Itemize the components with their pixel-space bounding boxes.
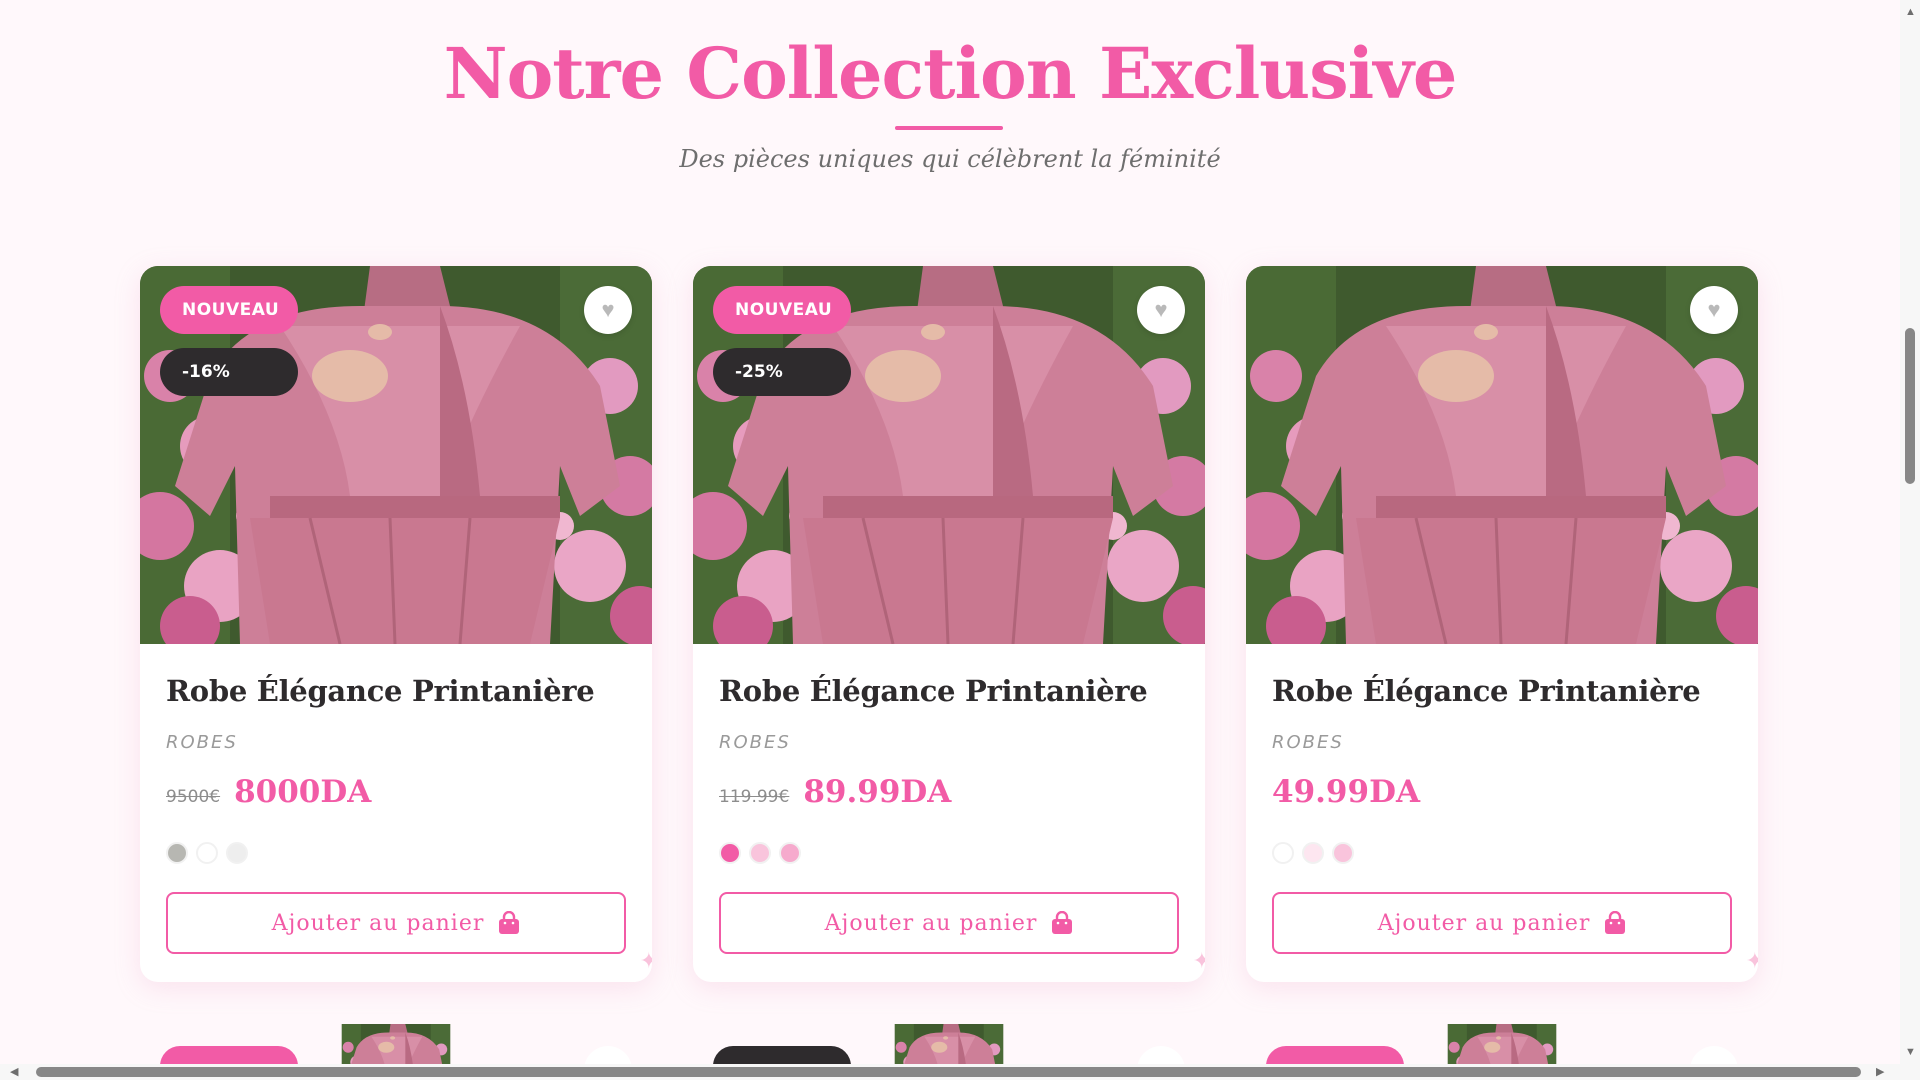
color-swatch[interactable] <box>166 842 188 864</box>
color-swatch[interactable] <box>1332 842 1354 864</box>
product-category: ROBES <box>166 732 238 753</box>
heart-icon: ♥ <box>1154 297 1168 322</box>
color-swatches <box>719 842 801 864</box>
discount-badge: -25% <box>713 348 851 396</box>
scroll-left-arrow-icon[interactable]: ◀ <box>10 1065 18 1078</box>
section-title: Notre Collection Exclusive <box>443 32 1458 115</box>
price-row: 9500€ 8000DA <box>166 774 371 810</box>
horizontal-scroll-thumb[interactable] <box>36 1067 1861 1077</box>
new-badge <box>160 1046 298 1064</box>
new-badge: NOUVEAU <box>713 286 851 334</box>
shopping-bag-icon <box>499 911 520 934</box>
add-to-cart-button[interactable]: Ajouter au panier <box>719 892 1179 954</box>
add-to-cart-label: Ajouter au panier <box>271 910 485 936</box>
current-price: 8000DA <box>234 774 372 810</box>
product-category: ROBES <box>1272 732 1344 753</box>
color-swatch[interactable] <box>226 842 248 864</box>
color-swatch[interactable] <box>196 842 218 864</box>
product-name[interactable]: Robe Élégance Printanière <box>719 674 1148 708</box>
add-to-cart-button[interactable]: Ajouter au panier <box>1272 892 1732 954</box>
discount-badge <box>713 1046 851 1064</box>
product-name[interactable]: Robe Élégance Printanière <box>166 674 595 708</box>
color-swatches <box>1272 842 1354 864</box>
dress-photo <box>1246 266 1758 644</box>
favorite-button[interactable]: ♥ <box>584 286 632 334</box>
heart-icon: ♥ <box>1707 297 1721 322</box>
product-card-partial[interactable] <box>1246 1024 1758 1064</box>
heart-icon: ♥ <box>601 297 615 322</box>
add-to-cart-label: Ajouter au panier <box>824 910 1038 936</box>
current-price: 89.99DA <box>803 774 952 810</box>
color-swatch[interactable] <box>749 842 771 864</box>
vertical-scroll-thumb[interactable] <box>1905 328 1915 484</box>
sparkle-icon: ✦ <box>1745 948 1758 973</box>
scroll-right-arrow-icon[interactable]: ▶ <box>1876 1065 1884 1078</box>
new-badge: NOUVEAU <box>160 286 298 334</box>
discount-badge: -16% <box>160 348 298 396</box>
product-category: ROBES <box>719 732 791 753</box>
current-price: 49.99DA <box>1272 774 1421 810</box>
price-row: 49.99DA <box>1272 774 1420 810</box>
product-info: Robe Élégance Printanière ROBES 9500€ 80… <box>140 644 652 982</box>
scroll-down-arrow-icon[interactable]: ▼ <box>1905 1046 1916 1058</box>
shopping-bag-icon <box>1605 911 1626 934</box>
new-badge <box>1266 1046 1404 1064</box>
old-price: 119.99€ <box>719 787 790 807</box>
color-swatch[interactable] <box>1272 842 1294 864</box>
product-info: Robe Élégance Printanière ROBES 49.99DA … <box>1246 644 1758 982</box>
product-card[interactable]: ♥ Robe Élégance Printanière ROBES 49.99D… <box>1246 266 1758 982</box>
shopping-bag-icon <box>1052 911 1073 934</box>
section-subtitle: Des pièces uniques qui célèbrent la fémi… <box>679 145 1221 173</box>
sparkle-icon: ✦ <box>1192 948 1205 973</box>
color-swatch[interactable] <box>719 842 741 864</box>
product-collection-page: Notre Collection Exclusive Des pièces un… <box>0 0 1900 1064</box>
product-card-partial[interactable] <box>693 1024 1205 1064</box>
product-image[interactable]: NOUVEAU -16% ♥ <box>140 266 652 644</box>
sparkle-icon: ✦ <box>639 948 652 973</box>
product-name[interactable]: Robe Élégance Printanière <box>1272 674 1701 708</box>
color-swatches <box>166 842 248 864</box>
favorite-button[interactable]: ♥ <box>1690 286 1738 334</box>
old-price: 9500€ <box>166 787 221 807</box>
product-card[interactable]: NOUVEAU -16% ♥ Robe Élégance Printanière… <box>140 266 652 982</box>
horizontal-scrollbar[interactable]: ◀ ▶ <box>0 1064 1920 1080</box>
product-image[interactable]: ♥ <box>1246 266 1758 644</box>
scroll-up-arrow-icon[interactable]: ▲ <box>1905 6 1916 18</box>
vertical-scrollbar[interactable]: ▲ ▼ <box>1900 0 1920 1064</box>
color-swatch[interactable] <box>1302 842 1324 864</box>
product-image[interactable]: NOUVEAU -25% ♥ <box>693 266 1205 644</box>
product-card-partial[interactable] <box>140 1024 652 1064</box>
product-card[interactable]: NOUVEAU -25% ♥ Robe Élégance Printanière… <box>693 266 1205 982</box>
add-to-cart-label: Ajouter au panier <box>1377 910 1591 936</box>
product-info: Robe Élégance Printanière ROBES 119.99€ … <box>693 644 1205 982</box>
title-underline <box>895 126 1003 130</box>
price-row: 119.99€ 89.99DA <box>719 774 951 810</box>
color-swatch[interactable] <box>779 842 801 864</box>
favorite-button[interactable]: ♥ <box>1137 286 1185 334</box>
add-to-cart-button[interactable]: Ajouter au panier <box>166 892 626 954</box>
